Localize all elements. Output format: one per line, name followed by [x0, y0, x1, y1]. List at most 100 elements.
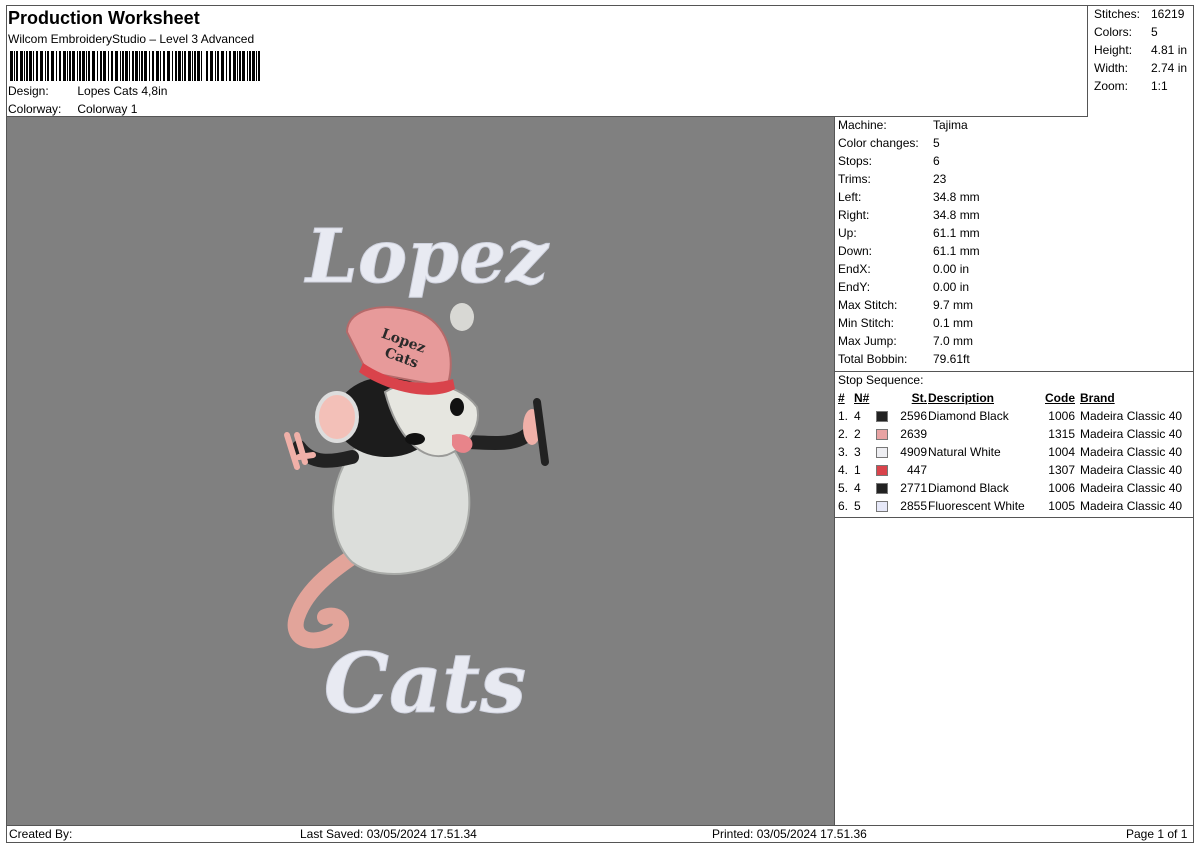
machine-info-value: 0.1 mm	[933, 316, 974, 330]
machine-info-value: 34.8 mm	[933, 190, 980, 204]
machine-info-row: Up: 61.1 mm	[838, 226, 980, 240]
thread-code: 1315	[1048, 427, 1075, 441]
machine-info-row: Left: 34.8 mm	[838, 190, 980, 204]
microphone	[533, 398, 549, 466]
page-number: Page 1 of 1	[1126, 827, 1188, 841]
machine-info-panel: Machine: Tajima Color changes: 5 Stops: 6 Trim…	[835, 117, 1193, 825]
summary-value: 4.81 in	[1151, 43, 1188, 57]
stop-sequence-row: 2. 2 2639 1315 Madeira Classic 40	[835, 427, 1193, 445]
thread-description: Fluorescent White	[928, 499, 1025, 513]
design-summary: Stitches: 16219 Colors: 5 Height: 4.81 in W…	[1088, 6, 1193, 117]
summary-value: 1:1	[1151, 79, 1168, 93]
col-header-needle: N#	[854, 391, 870, 405]
machine-info-label: EndX:	[838, 262, 871, 276]
summary-label: Width:	[1094, 61, 1129, 75]
barcode	[10, 51, 260, 81]
col-header-brand: Brand	[1080, 391, 1115, 405]
summary-value: 5	[1151, 25, 1158, 39]
stitch-count: 2855	[900, 499, 927, 513]
thread-description: Diamond Black	[928, 409, 1009, 423]
thread-brand: Madeira Classic 40	[1080, 463, 1183, 477]
machine-info-row: Stops: 6	[838, 154, 940, 168]
machine-info-value: 5	[933, 136, 940, 150]
section-divider	[835, 517, 1193, 518]
stop-sequence-row: 1. 4 2596 Diamond Black 1006 Madeira Classic …	[835, 409, 1193, 427]
needle-num: 2	[854, 427, 861, 441]
summary-label: Zoom:	[1094, 79, 1129, 93]
color-swatch	[876, 465, 888, 476]
machine-info-value: 7.0 mm	[933, 334, 974, 348]
opossum-eye-left	[405, 433, 425, 445]
summary-colors: Colors: 5	[1094, 25, 1158, 39]
needle-num: 4	[854, 481, 861, 495]
opossum-eye-right	[450, 398, 464, 416]
thread-brand: Madeira Classic 40	[1080, 481, 1183, 495]
summary-width: Width: 2.74 in	[1094, 61, 1187, 75]
color-swatch	[876, 411, 888, 422]
section-divider	[835, 371, 1193, 372]
machine-info-label: Total Bobbin:	[838, 352, 908, 366]
stop-num: 6.	[838, 499, 849, 513]
summary-zoom: Zoom: 1:1	[1094, 79, 1168, 93]
machine-info-label: Max Jump:	[838, 334, 897, 348]
colorway-label: Colorway:	[8, 102, 62, 116]
stop-sequence-row: 3. 3 4909 Natural White 1004 Madeira Classic …	[835, 445, 1193, 463]
stop-sequence-row: 6. 5 2855 Fluorescent White 1005 Madeira Clas…	[835, 499, 1193, 517]
design-text-bottom: Cats	[324, 636, 526, 732]
machine-info-value: 61.1 mm	[933, 226, 980, 240]
machine-info-label: Stops:	[838, 154, 873, 168]
worksheet-title: Production Worksheet	[8, 8, 200, 28]
color-swatch	[876, 501, 888, 512]
machine-info-label: Color changes:	[838, 136, 919, 150]
stitch-count: 2639	[900, 427, 927, 441]
production-worksheet: Production Worksheet Wilcom EmbroiderySt…	[6, 5, 1194, 843]
machine-info-value: 0.00 in	[933, 280, 970, 294]
machine-info-label: Up:	[838, 226, 857, 240]
thread-code: 1307	[1048, 463, 1075, 477]
machine-info-label: Min Stitch:	[838, 316, 895, 330]
summary-value: 16219	[1151, 7, 1185, 21]
stitch-count: 447	[906, 463, 927, 477]
thread-brand: Madeira Classic 40	[1080, 499, 1183, 513]
stop-num: 4.	[838, 463, 849, 477]
stop-num: 3.	[838, 445, 849, 459]
thread-brand: Madeira Classic 40	[1080, 409, 1183, 423]
design-value: Lopes Cats 4,8in	[77, 84, 168, 98]
col-header-description: Description	[928, 391, 995, 405]
software-name: Wilcom EmbroideryStudio – Level 3 Advanc…	[8, 32, 255, 46]
stop-num: 1.	[838, 409, 849, 423]
summary-value: 2.74 in	[1151, 61, 1188, 75]
machine-info-row: Trims: 23	[838, 172, 946, 186]
colorway-row: Colorway: Colorway 1	[8, 102, 137, 116]
color-swatch	[876, 483, 888, 494]
created-by: Created By:	[9, 827, 73, 841]
machine-info-label: Machine:	[838, 118, 887, 132]
thread-code: 1005	[1048, 499, 1075, 513]
summary-stitches: Stitches: 16219	[1094, 7, 1184, 21]
last-saved: Last Saved: 03/05/2024 17.51.34	[300, 827, 477, 841]
machine-info-value: 34.8 mm	[933, 208, 980, 222]
machine-info-value: Tajima	[933, 118, 968, 132]
stop-sequence-title: Stop Sequence:	[838, 373, 924, 387]
machine-info-value: 0.00 in	[933, 262, 970, 276]
thread-code: 1006	[1048, 481, 1075, 495]
machine-info-row: EndY: 0.00 in	[838, 280, 969, 294]
design-row: Design: Lopes Cats 4,8in	[8, 84, 167, 98]
color-swatch	[876, 447, 888, 458]
machine-info-row: Total Bobbin: 79.61ft	[838, 352, 970, 366]
needle-num: 5	[854, 499, 861, 513]
summary-height: Height: 4.81 in	[1094, 43, 1187, 57]
needle-num: 1	[854, 463, 861, 477]
machine-info-label: Right:	[838, 208, 870, 222]
machine-info-label: Max Stitch:	[838, 298, 898, 312]
machine-info-value: 23	[933, 172, 947, 186]
machine-info-row: Min Stitch: 0.1 mm	[838, 316, 973, 330]
stitch-count: 2596	[900, 409, 927, 423]
thread-description: Natural White	[928, 445, 1001, 459]
machine-info-row: Right: 34.8 mm	[838, 208, 980, 222]
machine-info-label: EndY:	[838, 280, 871, 294]
col-header-num: #	[838, 391, 845, 405]
stop-sequence-row: 5. 4 2771 Diamond Black 1006 Madeira Classic …	[835, 481, 1193, 499]
stop-sequence-header: # N# St. Description Code Brand	[835, 391, 1193, 409]
design-preview: Lopez Lopez Cats Cats	[7, 117, 835, 825]
